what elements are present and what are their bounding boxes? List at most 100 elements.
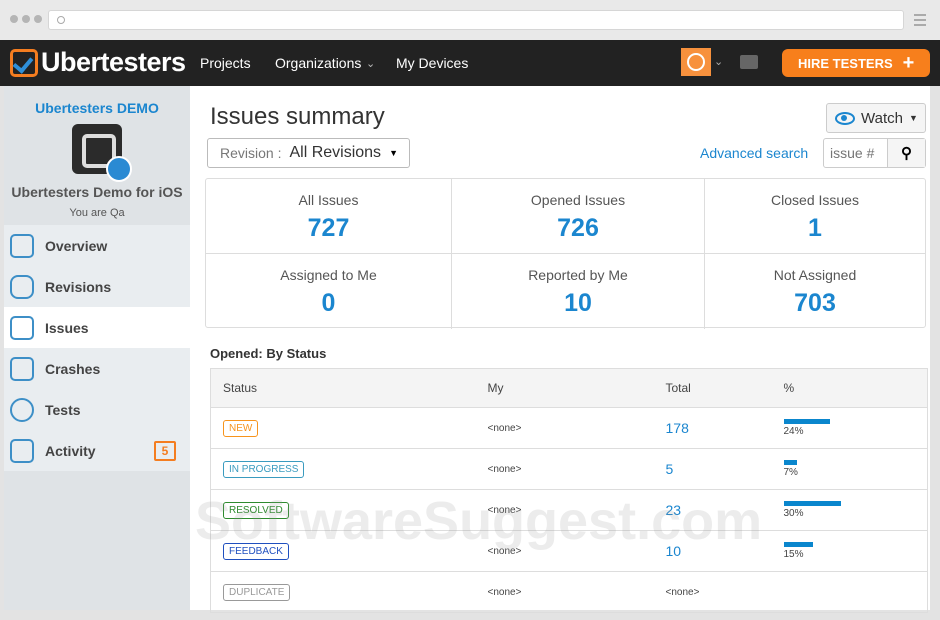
- sidebar: Ubertesters DEMO  Ubertesters Demo for …: [4, 86, 190, 610]
- percent-bar: [783, 460, 797, 465]
- stat-label: Not Assigned: [773, 267, 857, 283]
- status-cell: FEEDBACK: [210, 530, 488, 572]
- stat-value[interactable]: 703: [705, 289, 925, 318]
- browser-menu-icon[interactable]: [914, 14, 926, 29]
- status-cell: NEW: [210, 407, 488, 449]
- status-table: Status My Total % NEW <none> 178 24% IN P…: [210, 368, 928, 613]
- advanced-search-link[interactable]: Advanced search: [700, 145, 808, 161]
- chat-icon[interactable]: [740, 55, 758, 69]
- sidebar-item-label: Revisions: [45, 278, 112, 295]
- percent-cell: 7%: [783, 448, 928, 490]
- percent-label: 7%: [783, 467, 798, 478]
- stat-value[interactable]: 727: [206, 214, 451, 243]
- status-cell: RESOLVED: [210, 489, 488, 531]
- column-header: %: [783, 368, 928, 408]
- user-avatar[interactable]: [681, 48, 711, 76]
- column-header: Status: [210, 368, 488, 408]
- total-cell[interactable]: 23: [665, 489, 784, 531]
- table-row: NEW <none> 178 24%: [210, 407, 928, 449]
- status-tag[interactable]: NEW: [223, 419, 259, 437]
- sidebar-item-label: Overview: [45, 237, 108, 254]
- warning-triangle-icon: [10, 315, 34, 340]
- stat-label: Reported by Me: [528, 267, 628, 283]
- my-cell: <none>: [487, 571, 666, 613]
- hire-label: HIRE TESTERS: [798, 55, 893, 71]
- logo-check-icon: [10, 48, 38, 77]
- total-cell[interactable]: 178: [665, 407, 784, 449]
- total-cell[interactable]: 5: [665, 448, 784, 490]
- column-header: My: [487, 368, 666, 408]
- logo[interactable]: Ubertesters: [10, 47, 186, 78]
- stat-not-assigned[interactable]: Not Assigned 703: [705, 254, 925, 329]
- nav-my-devices[interactable]: My Devices: [396, 55, 468, 71]
- stat-assigned-to-me[interactable]: Assigned to Me 0: [206, 254, 452, 329]
- table-row: FEEDBACK <none> 10 15%: [210, 530, 928, 572]
- sidebar-item-tests[interactable]: Tests: [4, 389, 190, 430]
- revision-select[interactable]: Revision : All Revisions ▼: [207, 138, 410, 168]
- sidebar-item-label: Tests: [45, 401, 81, 418]
- chevron-down-icon[interactable]: ⌄: [714, 55, 723, 68]
- percent-bar: [783, 542, 813, 547]
- status-tag[interactable]: FEEDBACK: [223, 542, 289, 560]
- app-name: Ubertesters Demo for iOS: [11, 184, 183, 200]
- my-cell: <none>: [487, 448, 666, 490]
- nav-projects[interactable]: Projects: [200, 55, 251, 71]
- stat-label: Opened Issues: [530, 192, 626, 208]
- sidebar-item-crashes[interactable]: Crashes: [4, 348, 190, 389]
- sidebar-item-label: Issues: [45, 319, 89, 336]
- window-dots: [10, 15, 42, 23]
- stat-opened-issues[interactable]: Opened Issues 726: [452, 179, 705, 254]
- stat-value[interactable]: 726: [452, 214, 704, 243]
- sidebar-item-revisions[interactable]: Revisions: [4, 266, 190, 307]
- stat-value[interactable]: 10: [452, 289, 704, 318]
- caret-down-icon: ▼: [908, 113, 918, 123]
- hire-testers-button[interactable]: HIRE TESTERS +: [782, 49, 930, 77]
- sidebar-item-issues[interactable]: Issues: [4, 307, 190, 348]
- page-title: Issues summary: [210, 103, 385, 130]
- percent-cell: 30%: [783, 489, 928, 531]
- stat-all-issues[interactable]: All Issues 727: [206, 179, 452, 254]
- percent-cell: 24%: [783, 407, 928, 449]
- percent-cell: [783, 571, 928, 613]
- org-name[interactable]: Ubertesters DEMO: [4, 100, 190, 116]
- my-cell: <none>: [487, 530, 666, 572]
- percent-bar: [783, 419, 830, 424]
- stat-value[interactable]: 0: [206, 289, 451, 318]
- sidebar-item-overview[interactable]: Overview: [4, 225, 190, 266]
- watch-label: Watch: [861, 109, 903, 127]
- total-cell: <none>: [665, 571, 784, 613]
- plus-icon: +: [902, 51, 915, 74]
- issue-search: ⚲: [823, 138, 926, 168]
- status-cell: IN PROGRESS: [210, 448, 488, 490]
- percent-label: 15%: [783, 549, 804, 560]
- nav-organizations[interactable]: Organizations: [275, 55, 361, 71]
- my-cell: <none>: [487, 489, 666, 531]
- activity-count-badge: 5: [154, 440, 176, 461]
- status-tag[interactable]: IN PROGRESS: [223, 460, 305, 478]
- stethoscope-icon: [10, 397, 34, 422]
- caret-down-icon: ▼: [389, 148, 398, 158]
- table-row: RESOLVED <none> 23 30%: [210, 489, 928, 531]
- app-icon: : [72, 124, 132, 182]
- status-tag[interactable]: DUPLICATE: [223, 583, 291, 601]
- address-bar[interactable]: [48, 10, 904, 30]
- watch-button[interactable]: Watch ▼: [826, 103, 926, 133]
- stat-reported-by-me[interactable]: Reported by Me 10: [452, 254, 705, 329]
- column-header: Total: [665, 368, 784, 408]
- issue-number-input[interactable]: [824, 139, 887, 167]
- my-cell: <none>: [487, 407, 666, 449]
- user-role: You are Qa: [69, 207, 125, 219]
- apple-icon: : [106, 156, 132, 182]
- sidebar-item-activity[interactable]: Activity 5: [4, 430, 190, 471]
- eye-icon: [835, 111, 855, 125]
- status-tag[interactable]: RESOLVED: [223, 501, 289, 519]
- stat-label: Assigned to Me: [280, 267, 377, 283]
- section-title: Opened: By Status: [210, 346, 327, 361]
- total-cell[interactable]: 10: [665, 530, 784, 572]
- status-cell: DUPLICATE: [210, 571, 488, 613]
- stat-closed-issues[interactable]: Closed Issues 1: [705, 179, 925, 254]
- revision-label: Revision :: [220, 145, 282, 161]
- search-button[interactable]: ⚲: [887, 139, 925, 167]
- stat-label: All Issues: [298, 192, 359, 208]
- stat-value[interactable]: 1: [705, 214, 925, 243]
